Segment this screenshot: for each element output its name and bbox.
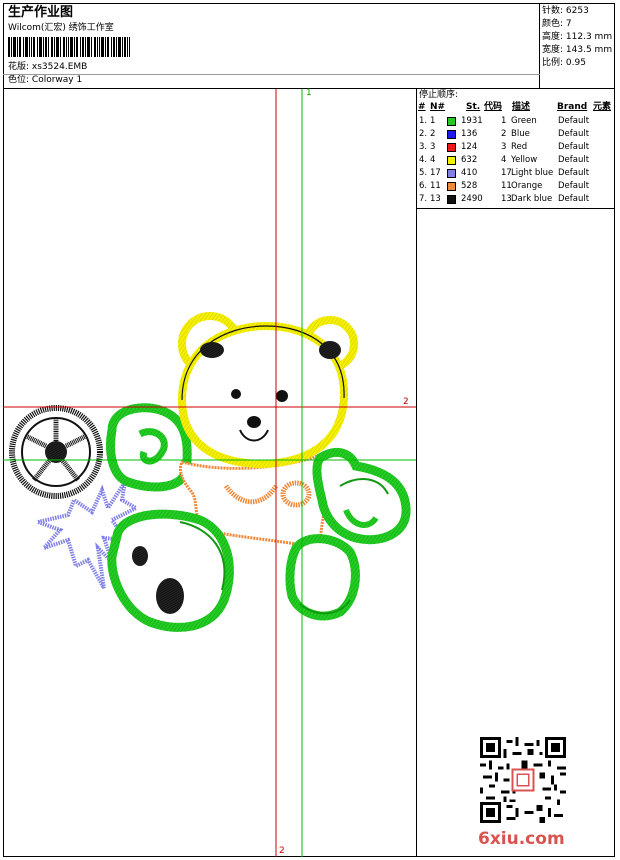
green-guide-label: 1 xyxy=(306,88,312,98)
bear-left-arm xyxy=(106,403,192,492)
embroidery-design xyxy=(3,89,416,857)
red-guide-label-right: 2 xyxy=(403,397,409,407)
soccer-ball xyxy=(9,405,103,499)
qr-code-image xyxy=(480,737,566,823)
bear-head xyxy=(177,312,358,469)
red-guide-label-bottom: 2 xyxy=(279,846,285,856)
watermark-text: 6xiu.com xyxy=(478,829,565,849)
bear-right-arm xyxy=(312,447,411,545)
